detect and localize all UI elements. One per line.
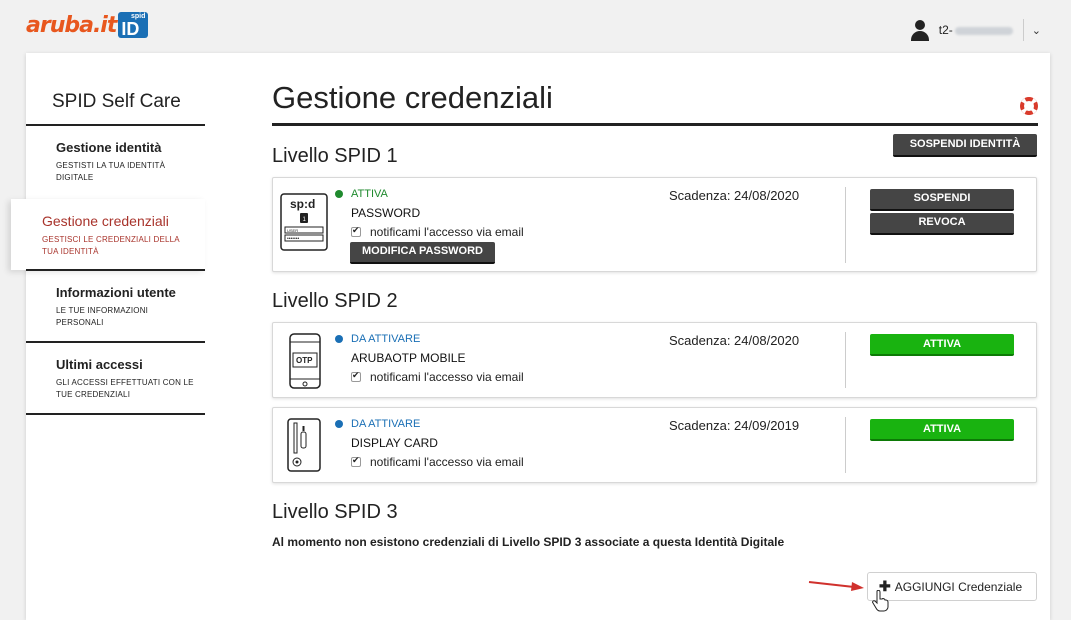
title-divider [272,123,1038,126]
status-dot [335,190,343,198]
activate-button[interactable]: ATTIVA [870,334,1014,356]
suspend-identity-button[interactable]: SOSPENDI IDENTITÀ [893,134,1037,157]
sidebar-item-informazioni-utente[interactable]: Informazioni utente LE TUE INFORMAZIONI … [26,269,205,342]
notify-option[interactable]: notificami l'accesso via email [351,370,524,384]
credential-name: PASSWORD [351,206,421,220]
credential-name: DISPLAY CARD [351,436,438,450]
status-dot [335,420,343,428]
expiry-date: Scadenza: 24/08/2020 [669,333,800,348]
level-3-heading: Livello SPID 3 [272,501,398,523]
sidebar-title: SPID Self Care [52,91,181,112]
sidebar-item-sub: GLI ACCESSI EFFETTUATI CON LE TUE CREDEN… [56,378,194,399]
blurred-username [954,26,1013,35]
page-title: Gestione credenziali [272,80,553,115]
level-1-heading: Livello SPID 1 [272,145,398,167]
status-badge: ATTIVA [335,188,388,200]
sidebar-item-label: Ultimi accessi [56,357,143,372]
divider [845,332,846,388]
expiry-date: Scadenza: 24/08/2020 [669,188,800,203]
user-name: t2- [939,23,1013,37]
modify-password-button[interactable]: MODIFICA PASSWORD [350,242,495,264]
sidebar-item-ultimi-accessi[interactable]: Ultimi accessi GLI ACCESSI EFFETTUATI CO… [26,341,205,415]
svg-text:sp:d: sp:d [290,197,315,211]
status-dot [335,335,343,343]
activate-button[interactable]: ATTIVA [870,419,1014,441]
sidebar-item-sub: GESTISCI LE CREDENZIALI DELLA TUA IDENTI… [42,235,180,256]
divider [845,187,846,263]
status-badge: DA ATTIVARE [335,418,420,430]
sidebar-item-sub: GESTISTI LA TUA IDENTITÀ DIGITALE [56,161,166,182]
notify-option[interactable]: notificami l'accesso via email [351,455,524,469]
notify-option[interactable]: notificami l'accesso via email [351,225,524,239]
aruba-spid-logo[interactable]: aruba.it spid ID [26,12,149,38]
notify-checkbox[interactable] [351,455,361,467]
red-arrow-icon [808,581,864,591]
expiry-date: Scadenza: 24/09/2019 [669,418,800,433]
user-separator [1022,19,1024,41]
credential-card-display-card: DA ATTIVARE DISPLAY CARD notificami l'ac… [272,407,1037,483]
sidebar-item-sub: LE TUE INFORMAZIONI PERSONALI [56,306,149,327]
help-lifebuoy-icon[interactable] [1020,97,1038,115]
level-3-message: Al momento non esistono credenziali di L… [272,535,785,549]
hand-cursor-icon [872,590,889,612]
top-bar: aruba.it spid ID t2- ⌄ [0,0,1071,52]
logo-text: aruba.it [26,12,117,38]
suspend-button[interactable]: SOSPENDI [870,189,1014,211]
user-menu[interactable]: t2- ⌄ [910,18,1041,42]
sidebar-item-gestione-credenziali[interactable]: Gestione credenziali GESTISCI LE CREDENZ… [11,199,205,270]
status-badge: DA ATTIVARE [335,333,420,345]
svg-text:•••••••: ••••••• [287,236,300,242]
notify-checkbox[interactable] [351,370,361,382]
main-card: SPID Self Care Gestione identità GESTIST… [11,53,1050,620]
sidebar-item-label: Gestione credenziali [42,213,169,229]
divider [845,417,846,473]
svg-text:USER: USER [287,228,298,233]
spid-id-badge: spid ID [118,12,149,38]
otp-phone-icon: OTP [289,333,321,394]
add-credential-button[interactable]: ✚ AGGIUNGI Credenziale [867,572,1037,601]
user-icon [910,18,929,42]
sidebar-item-label: Informazioni utente [56,285,176,300]
spid-password-icon: sp:d 1 USER ••••••• [280,193,328,256]
chevron-down-icon[interactable]: ⌄ [1032,24,1041,37]
revoke-button[interactable]: REVOCA [870,213,1014,235]
display-card-icon [287,418,321,477]
notify-checkbox[interactable] [351,225,361,237]
sidebar-item-label: Gestione identità [56,140,162,155]
credential-card-arubaotp: OTP DA ATTIVARE ARUBAOTP MOBILE notifica… [272,322,1037,398]
svg-text:OTP: OTP [296,356,313,365]
credential-name: ARUBAOTP MOBILE [351,351,466,365]
credential-card-password: sp:d 1 USER ••••••• ATTIVA PASSWORD noti… [272,177,1037,272]
level-2-heading: Livello SPID 2 [272,290,398,312]
sidebar-item-gestione-identita[interactable]: Gestione identità GESTISTI LA TUA IDENTI… [26,124,205,199]
